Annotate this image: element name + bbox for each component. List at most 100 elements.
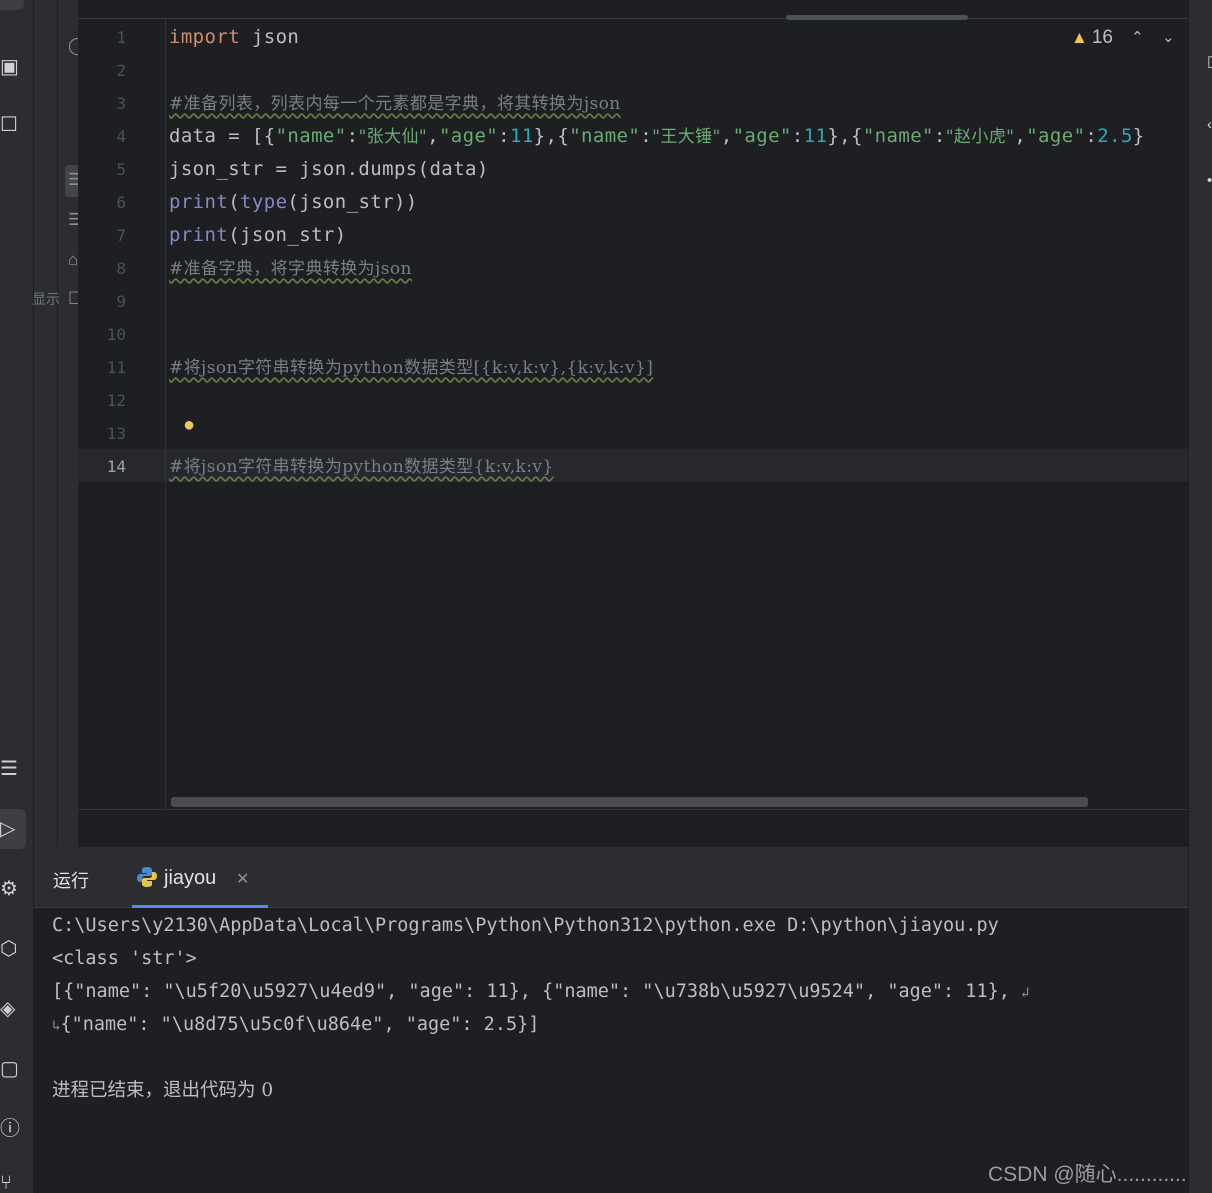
hidden-label-fragment: 显示 <box>32 291 60 307</box>
line-number: 3 <box>116 94 126 113</box>
project-tool-tab[interactable] <box>0 0 24 10</box>
services-icon[interactable]: ◈ <box>0 996 20 1022</box>
code-line-3[interactable]: #准备列表，列表内每一个元素都是字典，将其转换为json <box>169 87 621 120</box>
process-exit-line: 进程已结束，退出代码为 0 <box>52 1080 274 1101</box>
code-text: : <box>498 125 510 147</box>
tree-item-icon[interactable]: ☰ <box>68 210 78 230</box>
code-line-14[interactable]: #将json字符串转换为python数据类型{k:v,k:v} <box>169 450 554 483</box>
python-console-icon[interactable]: ⚙ <box>0 876 20 902</box>
code-text: : <box>791 125 804 147</box>
console-line-wrapped: [{"name": "\u5f20\u5927\u4ed9", "age": 1… <box>52 977 1029 1007</box>
string-literal: "age" <box>1026 125 1086 147</box>
line-number: 6 <box>116 193 126 212</box>
code-text: json <box>240 26 300 48</box>
inspection-widget[interactable]: ▲ 16 <box>1071 27 1113 49</box>
line-number: 11 <box>106 358 126 377</box>
project-panel <box>34 0 78 847</box>
lightbulb-icon[interactable]: ● <box>183 414 195 437</box>
horizontal-scrollbar[interactable] <box>171 797 1088 807</box>
run-tab-jiayou[interactable]: jiayou ✕ <box>132 847 268 908</box>
code-text: : <box>640 125 653 147</box>
builtin-function: print <box>169 191 229 213</box>
list-icon[interactable]: ☰ <box>0 756 20 782</box>
code-line-8[interactable]: #准备字典，将字典转换为json <box>169 252 412 285</box>
code-text: ( <box>228 191 241 213</box>
chevron-up-icon[interactable]: ⌃ <box>1131 28 1144 46</box>
git-icon[interactable]: ⑂ <box>0 1170 20 1193</box>
code-line-11[interactable]: #将json字符串转换为python数据类型[{k:v,k:v},{k:v,k:… <box>169 351 653 384</box>
tree-item-icon[interactable]: ☰ <box>68 170 78 190</box>
panel-divider[interactable] <box>57 0 58 847</box>
string-literal: "张大仙" <box>358 127 428 147</box>
warning-icon: ▲ <box>1071 28 1088 47</box>
code-text: : <box>346 125 359 147</box>
tree-item-icon[interactable]: ⌂ <box>68 250 78 270</box>
string-literal: "name" <box>569 125 641 147</box>
code-text: } <box>1132 125 1145 147</box>
code-text: json_str = json.dumps(data) <box>169 158 489 180</box>
comment: #准备列表，列表内每一个元素都是字典，将其转换为json <box>169 94 621 114</box>
number-literal: 2.5 <box>1097 125 1133 147</box>
structure-icon[interactable]: ▣ <box>0 54 20 80</box>
code-text: },{ <box>533 125 570 147</box>
string-literal: "name" <box>862 125 934 147</box>
code-text: , <box>427 125 439 147</box>
run-icon[interactable]: ▷ <box>0 809 26 849</box>
close-icon[interactable]: ✕ <box>236 869 249 889</box>
code-text: data = [{ <box>169 125 276 147</box>
layers-icon[interactable]: ⬡ <box>0 936 20 962</box>
line-number: 8 <box>116 259 126 278</box>
console-text: [{"name": "\u5f20\u5927\u4ed9", "age": 1… <box>52 981 1022 1002</box>
line-number: 9 <box>116 292 126 311</box>
comment: #准备字典，将字典转换为json <box>169 259 412 279</box>
tree-item-icon[interactable]: ☐ <box>68 289 78 309</box>
run-tab-bar: 运行 jiayou ✕ <box>34 847 1188 908</box>
dot-icon[interactable]: • <box>1207 172 1212 189</box>
editor-bottom-border <box>78 809 1188 810</box>
code-line-5[interactable]: json_str = json.dumps(data) <box>169 153 489 186</box>
code-text: (json_str)) <box>287 191 418 213</box>
builtin-function: print <box>169 224 229 246</box>
console-line: <class 'str'> <box>52 948 197 969</box>
code-line-6[interactable]: print(type(json_str)) <box>169 186 418 219</box>
code-text: : <box>1085 125 1098 147</box>
line-number: 12 <box>106 391 126 410</box>
keyword: import <box>169 26 241 48</box>
left-tool-window-bar: ▣ ☐ ☰ ▷ ⚙ ⬡ ◈ ▢ ⓘ ⑂ <box>0 0 34 1193</box>
tab-scroll-thumb[interactable] <box>786 15 968 20</box>
string-literal: "age" <box>732 125 792 147</box>
line-number: 13 <box>106 424 126 443</box>
problems-icon[interactable]: ⓘ <box>0 1116 20 1142</box>
code-line-4[interactable]: data = [{"name":"张大仙","age":11},{"name":… <box>169 120 1145 153</box>
code-text: , <box>720 125 733 147</box>
run-panel-title: 运行 <box>53 871 89 891</box>
collapse-icon[interactable]: ◯ <box>68 36 78 56</box>
warning-count: 16 <box>1091 27 1113 48</box>
code-line-7[interactable]: print(json_str) <box>169 219 347 252</box>
code-text: , <box>1014 125 1027 147</box>
comment: #将json字符串转换为python数据类型{k:v,k:v} <box>169 457 554 477</box>
gutter-separator <box>165 19 166 809</box>
code-text: : <box>933 125 946 147</box>
chevron-left-icon[interactable]: ‹ <box>1207 116 1212 133</box>
run-tab-label: jiayou <box>164 867 217 889</box>
active-tab-indicator <box>132 905 268 908</box>
terminal-icon[interactable]: ▢ <box>0 1056 20 1082</box>
bookmarks-icon[interactable]: ☐ <box>0 112 20 138</box>
chevron-down-icon[interactable]: ⌄ <box>1162 28 1175 46</box>
number-literal: 11 <box>803 125 828 147</box>
console-line: C:\Users\y2130\AppData\Local\Programs\Py… <box>52 915 999 936</box>
code-line-1[interactable]: import json <box>169 21 299 54</box>
soft-wrap-icon: ↲ <box>1021 985 1030 1001</box>
console-line-continued: ↳{"name": "\u8d75\u5c0f\u864e", "age": 2… <box>52 1010 539 1040</box>
code-editor[interactable]: 1 2 3 4 5 6 7 8 9 10 11 12 13 14 import … <box>78 0 1188 847</box>
number-literal: 11 <box>509 125 534 147</box>
console-text: {"name": "\u8d75\u5c0f\u864e", "age": 2.… <box>60 1014 540 1035</box>
database-icon[interactable]: ▯ <box>1207 52 1212 70</box>
code-text: },{ <box>827 125 863 147</box>
line-number: 7 <box>116 226 126 245</box>
line-number: 2 <box>116 61 126 80</box>
line-number: 5 <box>116 160 126 179</box>
string-literal: "age" <box>438 125 499 147</box>
right-tool-window-bar: ▯ ‹ • <box>1188 0 1212 1193</box>
